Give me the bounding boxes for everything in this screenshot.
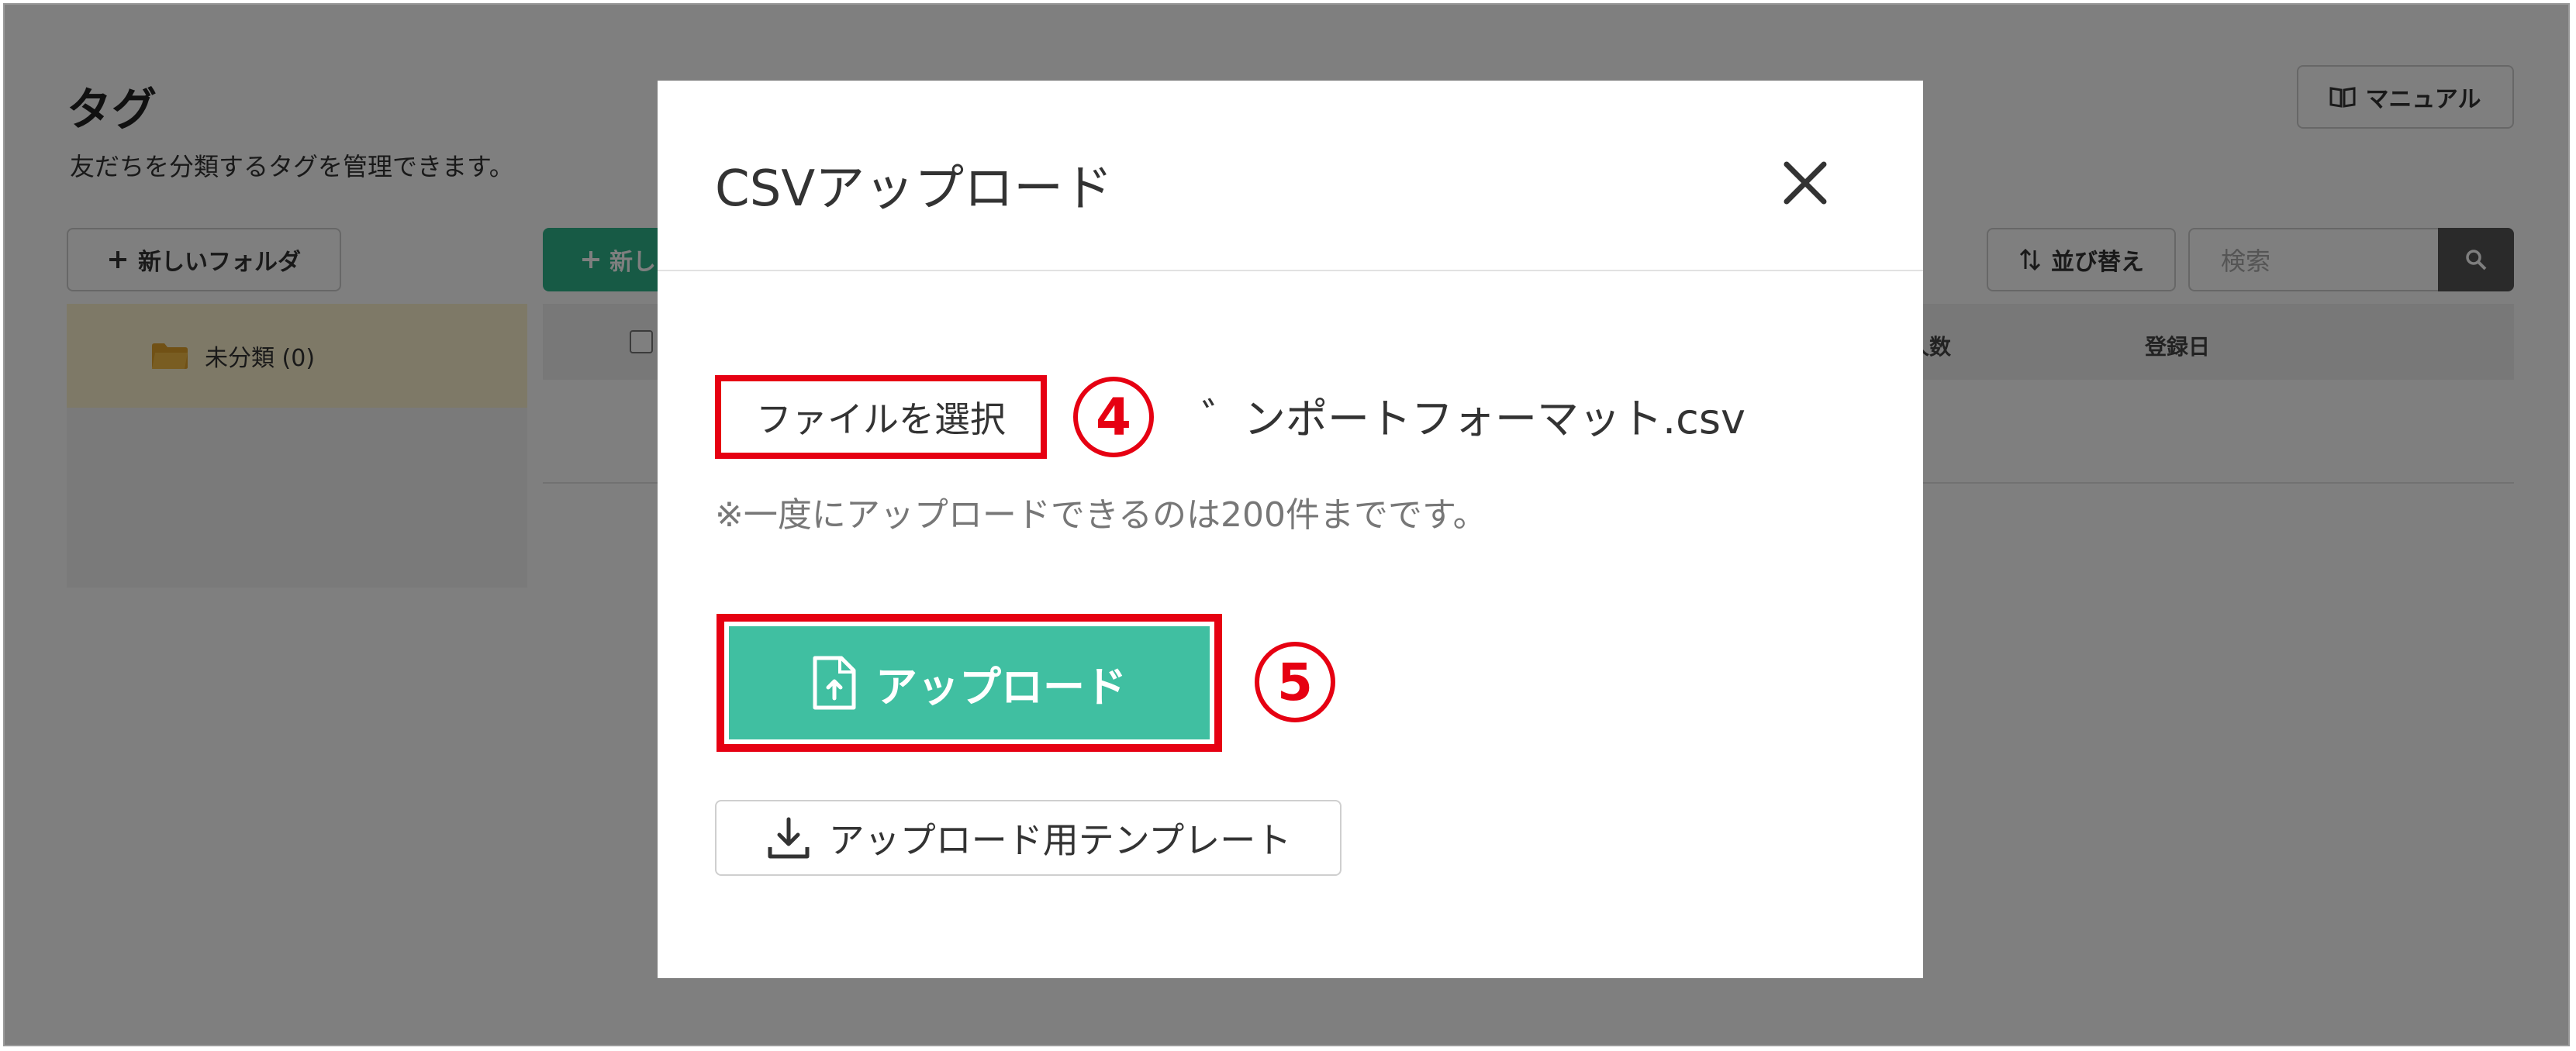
template-label: アップロード用テンプレート xyxy=(828,819,1292,861)
download-template-button[interactable]: アップロード用テンプレート xyxy=(715,800,1342,876)
close-icon xyxy=(1784,161,1827,205)
close-button[interactable] xyxy=(1774,152,1836,214)
modal-title: CSVアップロード xyxy=(715,160,1114,218)
csv-upload-modal: CSVアップロード ファイルを選択 4 ゛ンポートフォーマット.csv ※一度に… xyxy=(658,81,1923,978)
upload-limit-note: ※一度にアップロードできるのは200件までです。 xyxy=(715,495,1487,535)
file-select-button[interactable]: ファイルを選択 xyxy=(715,375,1047,459)
upload-button-highlight: アップロード xyxy=(717,614,1222,752)
file-select-label: ファイルを選択 xyxy=(756,398,1006,440)
callout-5-badge: 5 xyxy=(1255,642,1335,722)
download-icon xyxy=(768,817,810,859)
upload-label: アップロード xyxy=(875,662,1127,712)
file-upload-icon xyxy=(813,656,856,710)
modal-divider xyxy=(658,270,1923,271)
selected-file-name: ゛ンポートフォーマット.csv xyxy=(1202,395,1746,443)
upload-button[interactable]: アップロード xyxy=(729,626,1210,739)
app-frame: タグ 友だちを分類するタグを管理できます。 マニュアル 新しいフォルダ 新し 並… xyxy=(3,3,2570,1046)
callout-4-badge: 4 xyxy=(1073,377,1154,457)
